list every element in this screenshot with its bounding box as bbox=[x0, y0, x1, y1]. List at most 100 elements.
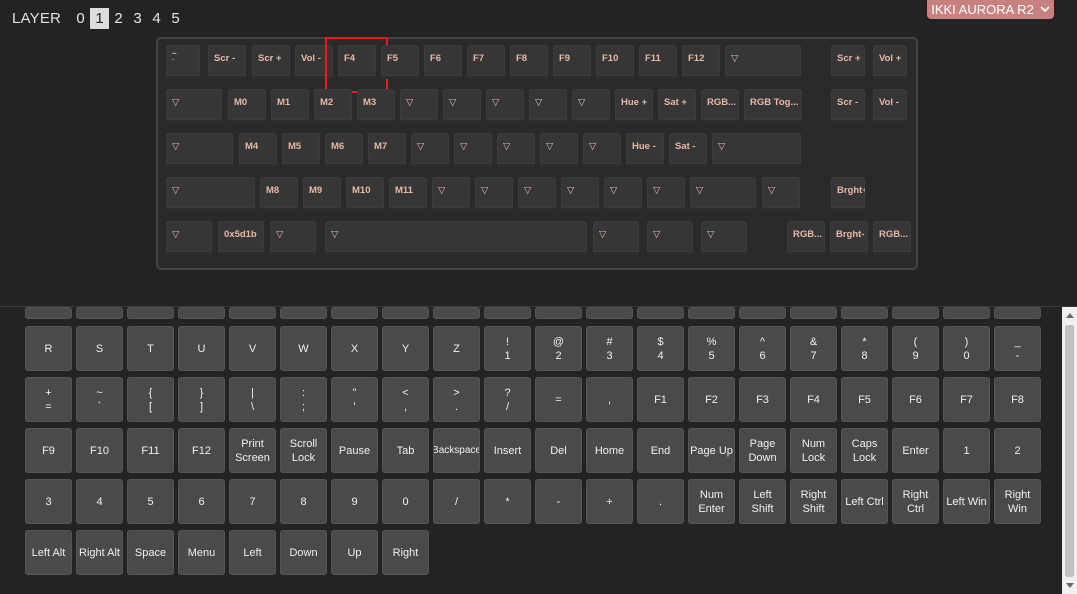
picker-key-partial[interactable] bbox=[841, 307, 888, 319]
picker-key[interactable]: Left Shift bbox=[739, 479, 786, 524]
picker-key[interactable]: 2 bbox=[994, 428, 1041, 473]
picker-key[interactable]: Right bbox=[382, 530, 429, 575]
picker-key[interactable]: Up bbox=[331, 530, 378, 575]
picker-key[interactable]: = bbox=[535, 377, 582, 422]
picker-key[interactable]: F8 bbox=[994, 377, 1041, 422]
picker-key[interactable]: Num Lock bbox=[790, 428, 837, 473]
picker-key[interactable]: _ - bbox=[994, 326, 1041, 371]
keyboard-key[interactable]: M2 bbox=[314, 89, 352, 123]
picker-key[interactable]: 9 bbox=[331, 479, 378, 524]
keyboard-key-transparent[interactable]: ▽ bbox=[561, 177, 599, 211]
picker-key[interactable]: ? / bbox=[484, 377, 531, 422]
keyboard-key-transparent[interactable]: ▽ bbox=[443, 89, 481, 123]
picker-key[interactable]: Y bbox=[382, 326, 429, 371]
keyboard-key[interactable]: M6 bbox=[325, 133, 363, 167]
picker-key[interactable]: 6 bbox=[178, 479, 225, 524]
keyboard-key[interactable]: M11 bbox=[389, 177, 427, 211]
picker-key[interactable]: F7 bbox=[943, 377, 990, 422]
keyboard-key[interactable]: ~ ` bbox=[166, 45, 200, 79]
keyboard-key[interactable]: Vol + bbox=[873, 45, 907, 79]
picker-key[interactable]: Insert bbox=[484, 428, 531, 473]
picker-key[interactable]: Del bbox=[535, 428, 582, 473]
keyboard-key-transparent[interactable]: ▽ bbox=[411, 133, 449, 167]
picker-key[interactable]: F3 bbox=[739, 377, 786, 422]
keyboard-key[interactable]: Brght- bbox=[830, 221, 868, 255]
picker-key[interactable]: . bbox=[637, 479, 684, 524]
picker-key[interactable]: Left Alt bbox=[25, 530, 72, 575]
keyboard-key[interactable]: 0x5d1b bbox=[218, 221, 264, 255]
layer-tab-4[interactable]: 4 bbox=[147, 8, 166, 29]
keyboard-key[interactable]: M4 bbox=[239, 133, 277, 167]
picker-key[interactable]: ) 0 bbox=[943, 326, 990, 371]
picker-key[interactable]: + = bbox=[25, 377, 72, 422]
picker-key[interactable]: % 5 bbox=[688, 326, 735, 371]
picker-key[interactable]: X bbox=[331, 326, 378, 371]
picker-key[interactable]: F5 bbox=[841, 377, 888, 422]
picker-key[interactable]: + bbox=[586, 479, 633, 524]
picker-key-partial[interactable] bbox=[943, 307, 990, 319]
picker-key[interactable]: Left bbox=[229, 530, 276, 575]
picker-key[interactable]: 7 bbox=[229, 479, 276, 524]
picker-key[interactable]: $4 bbox=[637, 326, 684, 371]
picker-key[interactable]: ^ 6 bbox=[739, 326, 786, 371]
keyboard-key-transparent[interactable]: ▽ bbox=[432, 177, 470, 211]
keyboard-key[interactable]: Scr - bbox=[208, 45, 246, 79]
keyboard-key[interactable]: M10 bbox=[346, 177, 384, 211]
picker-key[interactable]: Z bbox=[433, 326, 480, 371]
keyboard-key[interactable]: F5 bbox=[381, 45, 419, 79]
picker-key[interactable]: | \ bbox=[229, 377, 276, 422]
keyboard-key-transparent[interactable]: ▽ bbox=[583, 133, 621, 167]
picker-key[interactable]: Right Alt bbox=[76, 530, 123, 575]
picker-key-partial[interactable] bbox=[331, 307, 378, 319]
keyboard-key-transparent[interactable]: ▽ bbox=[604, 177, 642, 211]
picker-key[interactable]: Right Ctrl bbox=[892, 479, 939, 524]
picker-key-partial[interactable] bbox=[484, 307, 531, 319]
picker-key[interactable]: F4 bbox=[790, 377, 837, 422]
picker-key[interactable]: Home bbox=[586, 428, 633, 473]
keyboard-key-transparent[interactable]: ▽ bbox=[400, 89, 438, 123]
picker-key[interactable]: " ' bbox=[331, 377, 378, 422]
keyboard-key-transparent[interactable]: ▽ bbox=[762, 177, 800, 211]
keyboard-key[interactable]: Vol - bbox=[295, 45, 333, 79]
picker-key[interactable]: W bbox=[280, 326, 327, 371]
picker-key-partial[interactable] bbox=[382, 307, 429, 319]
picker-key[interactable]: 5 bbox=[127, 479, 174, 524]
picker-key[interactable]: T bbox=[127, 326, 174, 371]
picker-key-partial[interactable] bbox=[739, 307, 786, 319]
picker-key[interactable]: >. bbox=[433, 377, 480, 422]
picker-key[interactable]: U bbox=[178, 326, 225, 371]
picker-key[interactable]: Left Win bbox=[943, 479, 990, 524]
picker-key[interactable]: ! 1 bbox=[484, 326, 531, 371]
picker-key[interactable]: / bbox=[433, 479, 480, 524]
picker-key[interactable]: , bbox=[586, 377, 633, 422]
keyboard-key[interactable]: RGB... bbox=[787, 221, 825, 255]
picker-key[interactable]: R bbox=[25, 326, 72, 371]
picker-key-partial[interactable] bbox=[688, 307, 735, 319]
keyboard-key[interactable]: RGB... bbox=[701, 89, 739, 123]
picker-key[interactable]: Menu bbox=[178, 530, 225, 575]
keyboard-key-transparent[interactable]: ▽ bbox=[529, 89, 567, 123]
picker-key-partial[interactable] bbox=[535, 307, 582, 319]
layer-tab-3[interactable]: 3 bbox=[128, 8, 147, 29]
keyboard-key[interactable]: M3 bbox=[357, 89, 395, 123]
picker-key-partial[interactable] bbox=[892, 307, 939, 319]
keyboard-key-transparent[interactable]: ▽ bbox=[497, 133, 535, 167]
keyboard-key[interactable]: F12 bbox=[682, 45, 720, 79]
picker-key[interactable]: 1 bbox=[943, 428, 990, 473]
picker-key[interactable]: Tab bbox=[382, 428, 429, 473]
keyboard-key[interactable]: F6 bbox=[424, 45, 462, 79]
keyboard-key[interactable]: Sat + bbox=[658, 89, 696, 123]
picker-key-partial[interactable] bbox=[127, 307, 174, 319]
picker-key-partial[interactable] bbox=[790, 307, 837, 319]
picker-key[interactable]: {[ bbox=[127, 377, 174, 422]
picker-key[interactable]: #3 bbox=[586, 326, 633, 371]
keyboard-key[interactable]: Hue - bbox=[626, 133, 664, 167]
picker-key[interactable]: 4 bbox=[76, 479, 123, 524]
picker-key-partial[interactable] bbox=[229, 307, 276, 319]
keyboard-key[interactable]: M8 bbox=[260, 177, 298, 211]
picker-key[interactable]: * 8 bbox=[841, 326, 888, 371]
picker-key[interactable]: Page Up bbox=[688, 428, 735, 473]
keyboard-key-transparent[interactable]: ▽ bbox=[701, 221, 747, 255]
picker-key-partial[interactable] bbox=[178, 307, 225, 319]
picker-key[interactable]: Down bbox=[280, 530, 327, 575]
